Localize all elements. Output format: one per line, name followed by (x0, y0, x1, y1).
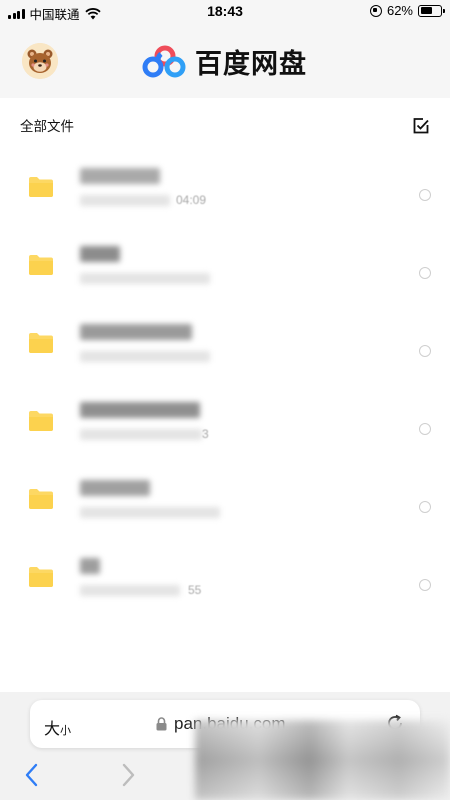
text-size-large: 大 (44, 721, 61, 738)
folder-icon (29, 255, 53, 275)
folder-icon (29, 177, 53, 197)
folder-icon (29, 411, 53, 431)
lock-icon (156, 717, 167, 731)
status-right: 62% (369, 3, 445, 18)
chevron-left-icon[interactable] (22, 762, 42, 788)
brand-name: 百度网盘 (195, 49, 307, 79)
file-meta (80, 429, 202, 440)
bear-avatar-icon[interactable] (22, 43, 58, 79)
text-size-small: 小 (60, 725, 72, 737)
file-row[interactable]: 04:09 (0, 148, 450, 226)
app-header: 百度网盘 (0, 22, 450, 98)
file-meta (80, 585, 180, 596)
text-size-button[interactable]: 大小 (44, 715, 71, 739)
select-radio[interactable] (419, 345, 431, 357)
file-meta (80, 195, 170, 206)
file-name (80, 168, 160, 184)
section-title: 全部文件 (20, 119, 74, 134)
select-radio[interactable] (419, 189, 431, 201)
battery-percent: 62% (386, 3, 413, 18)
status-bar: 中国联通 18:43 62% (0, 0, 450, 22)
select-radio[interactable] (419, 501, 431, 513)
redacted-area (195, 720, 450, 800)
folder-icon (29, 489, 53, 509)
chevron-right-icon[interactable] (118, 762, 138, 788)
file-meta-time: 55 (188, 583, 202, 597)
select-radio[interactable] (419, 423, 431, 435)
folder-icon (29, 333, 53, 353)
file-meta-time: 3 (202, 427, 209, 441)
file-name (80, 480, 150, 496)
file-name (80, 402, 200, 418)
file-name (80, 246, 120, 262)
file-name (80, 558, 100, 574)
file-meta (80, 507, 220, 518)
baidu-netdisk-logo-icon (142, 45, 186, 77)
file-row[interactable]: 3 (0, 382, 450, 460)
section-bar: 全部文件 (0, 98, 450, 148)
file-row[interactable] (0, 226, 450, 304)
file-name (80, 324, 192, 340)
file-row[interactable] (0, 304, 450, 382)
brand: 百度网盘 (141, 42, 307, 81)
file-meta (80, 273, 210, 284)
select-radio[interactable] (419, 267, 431, 279)
file-row[interactable] (0, 460, 450, 538)
battery-icon (418, 4, 445, 17)
file-meta-time: 04:09 (176, 193, 207, 207)
folder-icon (29, 567, 53, 587)
battery-fill (420, 7, 433, 14)
file-meta (80, 351, 210, 362)
file-row[interactable]: 55 (0, 538, 450, 616)
select-radio[interactable] (419, 579, 431, 591)
rotation-lock-icon (369, 4, 382, 17)
checkbox-icon[interactable] (412, 117, 430, 135)
